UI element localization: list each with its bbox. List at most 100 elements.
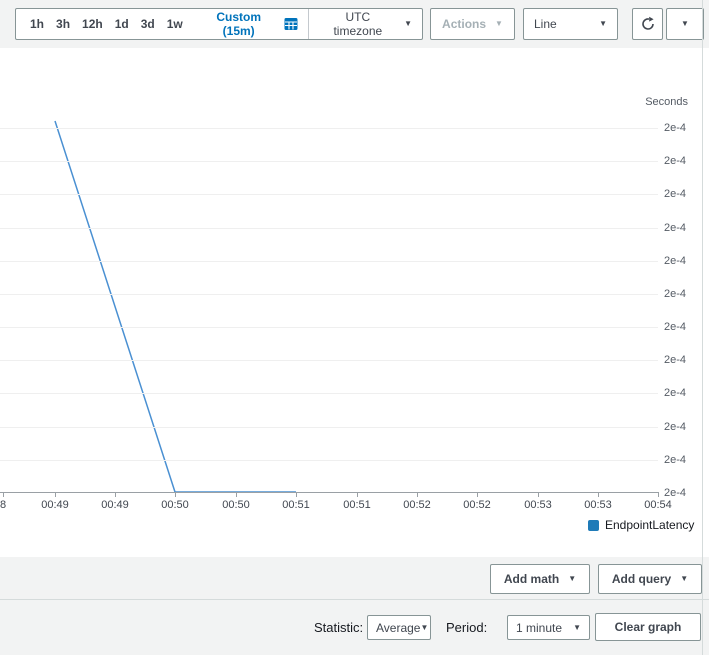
x-axis-line (0, 492, 658, 493)
chart-type-dropdown[interactable]: Line ▼ (523, 8, 618, 40)
x-axis-tick (538, 492, 539, 497)
x-axis-tick (3, 492, 4, 497)
endpointlatency-line (55, 121, 296, 492)
time-range-1d[interactable]: 1d (109, 17, 135, 31)
time-range-12h[interactable]: 12h (76, 17, 109, 31)
x-axis-tick-label: 00:53 (524, 499, 552, 511)
add-query-label: Add query (612, 572, 671, 586)
query-actions-bar: Add math ▼ Add query ▼ (0, 557, 709, 600)
custom-range-label: Custom (15m) (199, 10, 279, 38)
chevron-down-icon: ▼ (680, 575, 688, 583)
x-axis-tick (55, 492, 56, 497)
chevron-down-icon: ▼ (568, 575, 576, 583)
gridline (0, 427, 658, 428)
gridline (0, 261, 658, 262)
x-axis-tick-label: 00:51 (343, 499, 371, 511)
gridline (0, 460, 658, 461)
refresh-icon (640, 16, 656, 32)
y-axis-tick-label: 2e-4 (664, 155, 686, 167)
clear-graph-button[interactable]: Clear graph (595, 613, 701, 641)
custom-range-button[interactable]: Custom (15m) (197, 10, 300, 38)
y-axis-tick-label: 2e-4 (664, 454, 686, 466)
x-axis-tick (236, 492, 237, 497)
calendar-icon (284, 17, 298, 31)
chevron-down-icon: ▼ (420, 624, 428, 632)
x-axis-tick (417, 492, 418, 497)
x-axis-tick (598, 492, 599, 497)
period-dropdown[interactable]: 1 minute ▼ (507, 615, 590, 640)
timezone-label: UTC timezone (320, 10, 397, 38)
y-axis-unit-label: Seconds (645, 96, 688, 108)
y-axis-tick-label: 2e-4 (664, 188, 686, 200)
time-range-buttons: 1h3h12h1d3d1w (24, 17, 189, 31)
x-axis-tick-label: 00:52 (463, 499, 491, 511)
gridline (0, 194, 658, 195)
toolbar-divider (308, 9, 309, 39)
x-axis-tick (115, 492, 116, 497)
y-axis-tick-label: 2e-4 (664, 255, 686, 267)
chevron-down-icon: ▼ (681, 20, 689, 28)
chevron-down-icon: ▼ (573, 624, 581, 632)
add-query-dropdown[interactable]: Add query ▼ (598, 564, 702, 594)
gridline (0, 360, 658, 361)
actions-label: Actions (442, 17, 486, 31)
y-axis-tick-label: 2e-4 (664, 222, 686, 234)
statistic-label: Statistic: (314, 620, 363, 635)
chart-toolbar: 1h3h12h1d3d1w Custom (15m) UTC timezone … (0, 0, 709, 48)
panel-right-border (702, 0, 703, 655)
chart-legend[interactable]: EndpointLatency (588, 518, 694, 532)
gridline (0, 161, 658, 162)
cloudwatch-graph-widget: 1h3h12h1d3d1w Custom (15m) UTC timezone … (0, 0, 709, 655)
x-axis-tick (357, 492, 358, 497)
gridline (0, 228, 658, 229)
time-range-3h[interactable]: 3h (50, 17, 76, 31)
gridline (0, 128, 658, 129)
time-range-1w[interactable]: 1w (161, 17, 189, 31)
y-axis-tick-label: 2e-4 (664, 487, 686, 499)
statistic-value: Average (376, 621, 420, 635)
x-axis-tick-label: 00:52 (403, 499, 431, 511)
x-axis-tick-label: 00:49 (101, 499, 129, 511)
legend-label: EndpointLatency (605, 518, 694, 532)
period-value: 1 minute (516, 621, 562, 635)
y-axis-tick-label: 2e-4 (664, 354, 686, 366)
x-axis-tick (296, 492, 297, 497)
x-axis-tick (175, 492, 176, 497)
add-math-dropdown[interactable]: Add math ▼ (490, 564, 590, 594)
time-range-1h[interactable]: 1h (24, 17, 50, 31)
x-axis-tick (477, 492, 478, 497)
gridline (0, 327, 658, 328)
y-axis-tick-label: 2e-4 (664, 387, 686, 399)
chart-panel: Seconds EndpointLatency 2e-4 2e-4 2e-4 2e-4… (0, 48, 709, 557)
line-chart-plot (0, 48, 709, 557)
chevron-down-icon: ▼ (495, 20, 503, 28)
gridline (0, 294, 658, 295)
refresh-button[interactable] (632, 8, 663, 40)
y-axis-tick-label: 2e-4 (664, 321, 686, 333)
x-axis-tick (658, 492, 659, 497)
time-range-3d[interactable]: 3d (135, 17, 161, 31)
gridline (0, 393, 658, 394)
chart-type-value: Line (534, 17, 557, 31)
y-axis-tick-label: 2e-4 (664, 421, 686, 433)
x-axis-tick-label: 00:50 (222, 499, 250, 511)
refresh-options-dropdown[interactable]: ▼ (666, 8, 704, 40)
y-axis-tick-label: 2e-4 (664, 122, 686, 134)
x-axis-tick-label: 00:53 (584, 499, 612, 511)
x-axis-tick-label: 8 (0, 499, 6, 511)
statistic-dropdown[interactable]: Average ▼ (367, 615, 431, 640)
statistic-period-bar: Statistic: Average ▼ Period: 1 minute ▼ … (0, 600, 709, 655)
x-axis-tick-label: 00:50 (161, 499, 189, 511)
legend-swatch (588, 520, 599, 531)
period-label: Period: (446, 620, 487, 635)
time-range-group: 1h3h12h1d3d1w Custom (15m) UTC timezone … (15, 8, 423, 40)
chevron-down-icon: ▼ (404, 20, 412, 28)
x-axis-tick-label: 00:51 (282, 499, 310, 511)
chevron-down-icon: ▼ (599, 20, 607, 28)
timezone-dropdown[interactable]: UTC timezone ▼ (318, 10, 414, 38)
actions-dropdown[interactable]: Actions ▼ (430, 8, 515, 40)
add-math-label: Add math (504, 572, 559, 586)
x-axis-tick-label: 00:54 (644, 499, 672, 511)
y-axis-tick-label: 2e-4 (664, 288, 686, 300)
x-axis-tick-label: 00:49 (41, 499, 69, 511)
